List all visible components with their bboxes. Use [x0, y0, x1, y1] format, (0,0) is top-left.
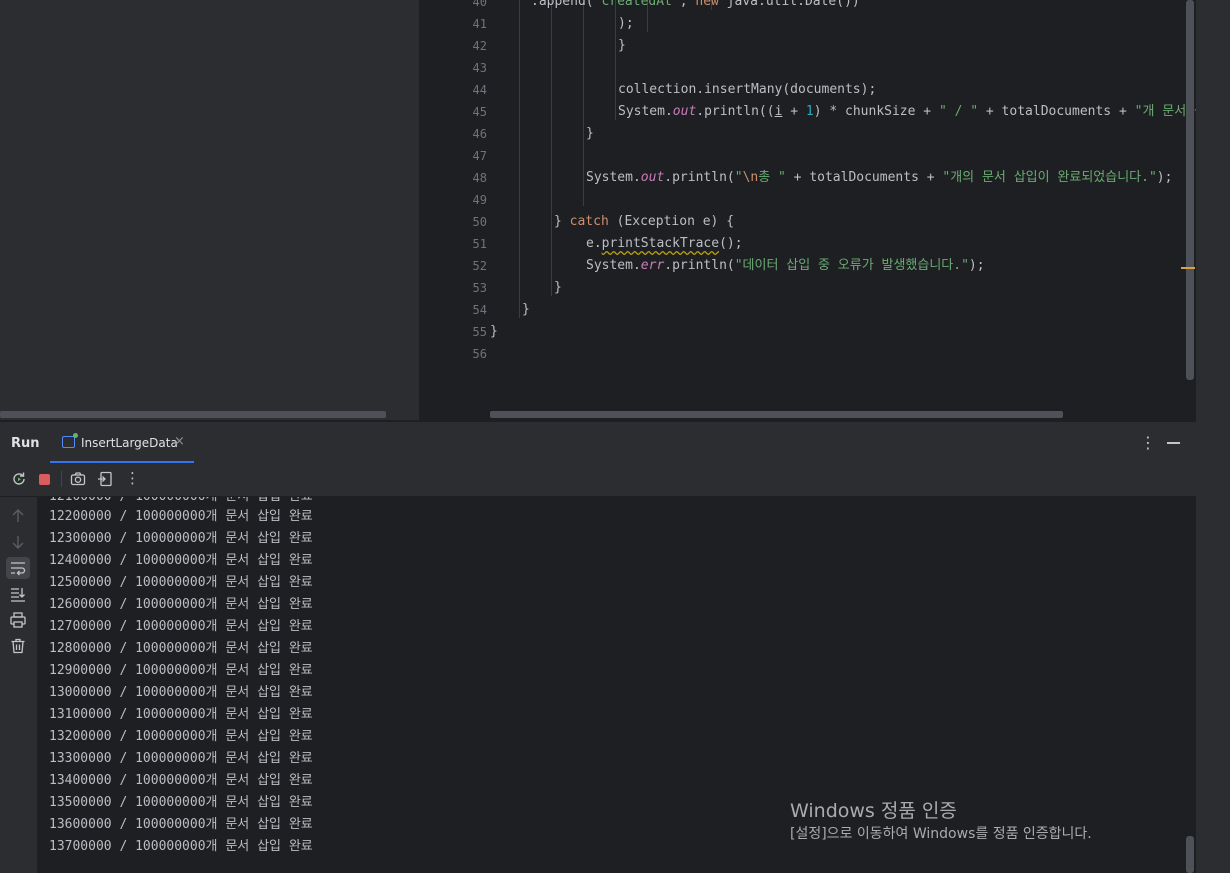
toolbar-separator [61, 471, 62, 487]
line-number: 44 [472, 83, 487, 97]
line-number: 46 [472, 127, 487, 141]
code-line[interactable]: } catch (Exception e) { [554, 211, 734, 233]
code-line[interactable]: System.out.println((i + 1) * chunkSize +… [618, 101, 1196, 123]
close-icon[interactable]: × [174, 434, 185, 449]
line-number: 56 [472, 347, 487, 361]
console-line: 12800000 / 100000000개 문서 삽입 완료 [49, 641, 313, 656]
line-number: 43 [472, 61, 487, 75]
code-editor[interactable]: 40 41 42 43 44 45 46 47 48 49 50 51 52 53 54 55 56 .appe… [420, 0, 1196, 420]
console-line: 12600000 / 100000000개 문서 삽입 완료 [49, 597, 313, 612]
console-side-toolbar [0, 497, 37, 873]
code-line[interactable]: .append("createdAt", new java.util.Date(… [531, 0, 860, 13]
scroll-to-end-icon[interactable] [9, 585, 27, 603]
line-number: 48 [472, 171, 487, 185]
console-vertical-scrollbar[interactable] [1186, 836, 1194, 873]
line-number: 42 [472, 39, 487, 53]
minimize-icon[interactable] [1167, 442, 1180, 444]
line-number: 47 [472, 149, 487, 163]
right-tool-strip [1196, 0, 1230, 873]
console-line: 13700000 / 100000000개 문서 삽입 완료 [49, 839, 313, 854]
code-line[interactable]: ); [618, 13, 634, 35]
watermark-title: Windows 정품 인증 [790, 800, 957, 822]
console-line: 13500000 / 100000000개 문서 삽입 완료 [49, 795, 313, 810]
soft-wrap-icon[interactable] [9, 559, 27, 577]
code-line[interactable]: System.err.println("데이터 삽입 중 오류가 발생했습니다.… [586, 255, 985, 277]
console-line: 13000000 / 100000000개 문서 삽입 완료 [49, 685, 313, 700]
console-line: 12200000 / 100000000개 문서 삽입 완료 [49, 509, 313, 524]
rerun-icon[interactable] [11, 471, 27, 487]
tab-insertlargedata[interactable]: InsertLargeData × [50, 422, 194, 463]
code-line[interactable]: } [618, 35, 626, 57]
trash-icon[interactable] [9, 637, 27, 655]
console-line: 12900000 / 100000000개 문서 삽입 완료 [49, 663, 313, 678]
arrow-down-icon[interactable] [9, 533, 27, 551]
line-number: 51 [472, 237, 487, 251]
indent-guide [519, 0, 520, 318]
line-number: 52 [472, 259, 487, 273]
toolbar-more-icon[interactable]: ⋮ [125, 469, 140, 487]
console-line: 13200000 / 100000000개 문서 삽입 완료 [49, 729, 313, 744]
watermark-subtitle: [설정]으로 이동하여 Windows를 정품 인증합니다. [790, 826, 1092, 842]
editor-horizontal-scrollbar[interactable] [490, 411, 1063, 418]
code-line[interactable]: System.out.println("\n총 " + totalDocumen… [586, 167, 1172, 189]
line-number: 49 [472, 193, 487, 207]
console-line: 13100000 / 100000000개 문서 삽입 완료 [49, 707, 313, 722]
run-title: Run [11, 436, 40, 451]
indent-guide [615, 0, 616, 120]
run-configuration-icon [62, 433, 78, 448]
console-line: 12300000 / 100000000개 문서 삽입 완료 [49, 531, 313, 546]
stop-icon[interactable] [39, 474, 50, 485]
indent-guide [583, 0, 584, 206]
run-toolbar: ⋮ [0, 463, 1196, 497]
exit-icon[interactable] [97, 471, 113, 487]
console-line: 13300000 / 100000000개 문서 삽입 완료 [49, 751, 313, 766]
console-line: 13400000 / 100000000개 문서 삽입 완료 [49, 773, 313, 788]
code-area[interactable]: .append("createdAt", new java.util.Date(… [490, 0, 1196, 420]
line-number: 40 [472, 0, 487, 9]
camera-icon[interactable] [70, 471, 86, 487]
line-number: 55 [472, 325, 487, 339]
console-line: 12700000 / 100000000개 문서 삽입 완료 [49, 619, 313, 634]
code-line[interactable]: e.printStackTrace(); [586, 233, 743, 255]
code-line[interactable]: } [522, 299, 530, 321]
arrow-up-icon[interactable] [9, 507, 27, 525]
project-panel [0, 0, 419, 420]
console-line: 13600000 / 100000000개 문서 삽입 완료 [49, 817, 313, 832]
code-line[interactable]: } [490, 321, 498, 343]
warning-stripe-marker[interactable] [1181, 267, 1195, 269]
line-number: 45 [472, 105, 487, 119]
code-line[interactable]: collection.insertMany(documents); [618, 79, 876, 101]
line-number-gutter: 40 41 42 43 44 45 46 47 48 49 50 51 52 53 54 55 56 [420, 0, 487, 420]
line-number: 53 [472, 281, 487, 295]
indent-guide [551, 0, 552, 296]
line-number: 50 [472, 215, 487, 229]
console-line: 12400000 / 100000000개 문서 삽입 완료 [49, 553, 313, 568]
print-icon[interactable] [9, 611, 27, 629]
windows-activation-watermark: Windows 정품 인증 [설정]으로 이동하여 Windows를 정품 인증… [790, 798, 1092, 844]
run-tab-label: InsertLargeData [81, 436, 178, 450]
code-line[interactable]: } [586, 123, 594, 145]
run-tool-window-header: Run InsertLargeData × ⋮ [0, 421, 1196, 463]
line-number: 41 [472, 17, 487, 31]
editor-vertical-scrollbar[interactable] [1186, 0, 1194, 380]
project-panel-horizontal-scrollbar[interactable] [0, 411, 386, 418]
line-number: 54 [472, 303, 487, 317]
more-options-icon[interactable]: ⋮ [1140, 433, 1156, 452]
console-line: 12500000 / 100000000개 문서 삽입 완료 [49, 575, 313, 590]
code-line[interactable]: } [554, 277, 562, 299]
